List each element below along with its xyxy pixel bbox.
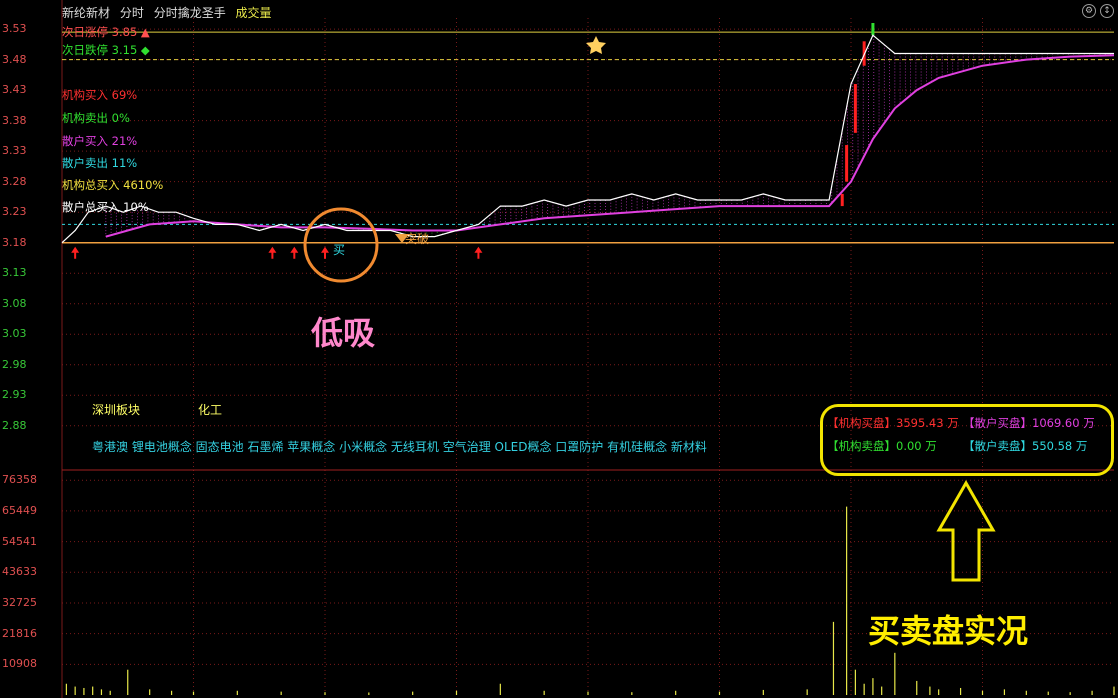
inst-total-buy: 机构总买入 4610% bbox=[62, 178, 164, 192]
inst-sell: 机构卖出 0% bbox=[62, 111, 130, 125]
buy-arrow bbox=[321, 246, 329, 259]
next-limit-down: 次日跌停 3.15 ◆ bbox=[62, 43, 150, 57]
volume-tick-label: 65449 bbox=[2, 503, 37, 517]
buy-arrows bbox=[71, 246, 483, 259]
volume-label: 成交量 bbox=[235, 6, 272, 20]
buy-arrow bbox=[268, 246, 277, 259]
y-tick-label: 3.28 bbox=[2, 174, 27, 188]
stock-name: 新纶新材 bbox=[62, 6, 111, 20]
buy-arrow bbox=[474, 246, 483, 259]
inst-sell-volume: 【机构卖盘】0.00 万 bbox=[827, 439, 937, 453]
y-tick-label: 3.13 bbox=[2, 266, 27, 280]
concepts-list: 粤港澳 锂电池概念 固态电池 石墨烯 苹果概念 小米概念 无线耳机 空气治理 O… bbox=[92, 440, 707, 454]
y-tick-label: 3.53 bbox=[2, 22, 27, 36]
chart-grid bbox=[61, 0, 1114, 698]
star-icon bbox=[586, 36, 606, 54]
y-tick-label: 3.08 bbox=[2, 296, 27, 310]
sector-label: 深圳板块 bbox=[92, 403, 141, 417]
top-icons: ⚙ ↕ bbox=[1082, 4, 1114, 18]
y-tick-label: 2.93 bbox=[2, 388, 27, 402]
arrow-up-icon bbox=[936, 479, 996, 582]
indicator-name[interactable]: 分时擒龙圣手 bbox=[154, 6, 226, 20]
y-tick-label: 3.03 bbox=[2, 327, 27, 341]
next-limit-up: 次日涨停 3.85 ▲ bbox=[62, 25, 150, 39]
retail-buy: 散户买入 21% bbox=[62, 134, 138, 148]
buy-arrow bbox=[290, 246, 299, 259]
retail-sell: 散户卖出 11% bbox=[62, 156, 138, 170]
y-tick-label: 2.88 bbox=[2, 418, 27, 432]
y-tick-label: 3.38 bbox=[2, 113, 27, 127]
sell-candle bbox=[871, 23, 875, 36]
breakout-candle bbox=[840, 193, 844, 207]
volume-tick-label: 43633 bbox=[2, 565, 37, 579]
y-tick-label: 3.48 bbox=[2, 52, 27, 66]
buy-arrow bbox=[71, 246, 80, 259]
settings-icon[interactable]: ⚙ bbox=[1082, 4, 1096, 18]
y-tick-label: 3.33 bbox=[2, 144, 27, 158]
breakout-candle bbox=[853, 84, 857, 133]
retail-buy-volume: 【散户买盘】1069.60 万 bbox=[963, 416, 1095, 430]
reference-lines bbox=[62, 31, 1114, 244]
y-tick-label: 2.98 bbox=[2, 357, 27, 371]
buy-sell-actual-label: 买卖盘实况 bbox=[868, 612, 1029, 650]
breakout-label: 突破 bbox=[405, 232, 430, 246]
view-label[interactable]: 分时 bbox=[120, 6, 144, 20]
chart-header: 新纶新材 分时 分时擒龙圣手 成交量 bbox=[62, 4, 278, 21]
volume-bars bbox=[65, 506, 1115, 695]
y-tick-label: 3.18 bbox=[2, 235, 27, 249]
breakout-candle bbox=[845, 145, 849, 182]
buy-marker-label: 买 bbox=[333, 243, 346, 257]
volume-tick-label: 76358 bbox=[2, 473, 37, 487]
avg-price-line bbox=[105, 54, 1115, 238]
y-tick-label: 3.43 bbox=[2, 83, 27, 97]
inst-buy: 机构买入 69% bbox=[62, 88, 138, 102]
price-avg-fill bbox=[105, 23, 1111, 237]
retail-total-buy: 散户总买入 10% bbox=[62, 200, 149, 214]
retail-sell-volume: 【散户卖盘】550.58 万 bbox=[963, 439, 1088, 453]
low-absorb-label: 低吸 bbox=[311, 314, 376, 352]
volume-tick-label: 21816 bbox=[2, 626, 37, 640]
volume-tick-label: 54541 bbox=[2, 534, 37, 548]
expand-icon[interactable]: ↕ bbox=[1100, 4, 1114, 18]
volume-tick-label: 32725 bbox=[2, 595, 37, 609]
intraday-chart bbox=[61, 0, 1115, 698]
inst-buy-volume: 【机构买盘】3595.43 万 bbox=[827, 416, 959, 430]
volume-tick-label: 10908 bbox=[2, 657, 37, 671]
y-tick-label: 3.23 bbox=[2, 205, 27, 219]
sector-value: 化工 bbox=[198, 403, 223, 417]
